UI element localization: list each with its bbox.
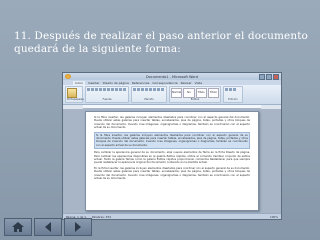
minimize-icon — [259, 74, 265, 80]
word-window-title: Documento1 - Microsoft Word — [145, 74, 199, 79]
previous-button[interactable] — [34, 218, 62, 236]
arrow-right-icon — [75, 222, 81, 232]
font-icons — [87, 88, 127, 91]
slide-title-line-1: 11. Después de realizar el paso anterior… — [14, 30, 308, 42]
window-controls — [259, 74, 279, 80]
tab-correspondencia: Correspondencia — [152, 80, 178, 85]
status-zoom: 100% — [270, 214, 278, 219]
close-icon — [273, 74, 279, 80]
maximize-icon — [266, 74, 272, 80]
ribbon-group-label: Portapapeles — [67, 98, 84, 101]
editing-icons — [225, 88, 241, 91]
document-area: Si la fibra insertar, las galerías inclu… — [63, 109, 281, 213]
ribbon-group-paragraph: Párrafo — [131, 86, 167, 103]
document-paragraph: Para cambiar la apariencia general de su… — [94, 151, 250, 165]
word-screenshot: Documento1 - Microsoft Word Inicio Inser… — [62, 72, 282, 220]
style-heading-2: Título 2 — [207, 88, 219, 98]
document-paragraph: En la ficha Insertar, las galerías inclu… — [94, 166, 250, 181]
office-button-icon — [65, 74, 71, 79]
tab-referencias: Referencias — [131, 80, 150, 85]
document-page: Si la fibra insertar, las galerías inclu… — [85, 111, 259, 211]
word-statusbar: Página: 1 de 1 Palabras: 354 100% — [63, 213, 281, 219]
document-paragraph: Si la fibra insertar, las galerías inclu… — [94, 116, 250, 130]
home-button[interactable] — [4, 218, 32, 236]
tab-inicio: Inicio — [73, 80, 85, 85]
paragraph-icons — [133, 88, 165, 91]
style-no-spacing: Sin espaciado — [183, 88, 195, 98]
ribbon-group-label: Estilos — [190, 98, 200, 101]
word-titlebar: Documento1 - Microsoft Word — [63, 73, 281, 80]
ribbon-group-font: Fuente — [85, 86, 129, 103]
paste-icon — [67, 88, 77, 98]
style-heading-1: Título 1 — [195, 88, 207, 98]
ribbon-group-editing: Edición — [223, 86, 243, 103]
ribbon: Portapapeles Fuente Párrafo Normal Sin e… — [63, 85, 281, 105]
styles-gallery: Normal Sin espaciado Título 1 Título 2 — [171, 88, 219, 98]
tab-revisar: Revisar — [180, 80, 192, 85]
tab-insertar: Insertar — [87, 80, 100, 85]
arrow-left-icon — [45, 222, 51, 232]
home-icon — [12, 222, 24, 232]
ribbon-group-clipboard: Portapapeles — [65, 86, 84, 103]
tab-vista: Vista — [194, 80, 203, 85]
ribbon-group-label: Fuente — [102, 98, 112, 101]
style-normal: Normal — [171, 88, 183, 98]
ribbon-group-label: Párrafo — [144, 98, 154, 101]
ribbon-group-styles: Normal Sin espaciado Título 1 Título 2 E… — [169, 86, 221, 103]
status-words: Palabras: 354 — [91, 214, 112, 219]
next-button[interactable] — [64, 218, 92, 236]
slide-navigation — [4, 218, 92, 236]
ribbon-group-label: Edición — [228, 98, 238, 101]
document-paragraph-selected: Si la fibra insertar, las galerías inclu… — [94, 131, 250, 150]
slide-title: 11. Después de realizar el paso anterior… — [14, 30, 314, 56]
tab-diseno: Diseño de página — [102, 80, 129, 85]
slide-title-line-2: quedará de la siguiente forma: — [14, 43, 181, 55]
